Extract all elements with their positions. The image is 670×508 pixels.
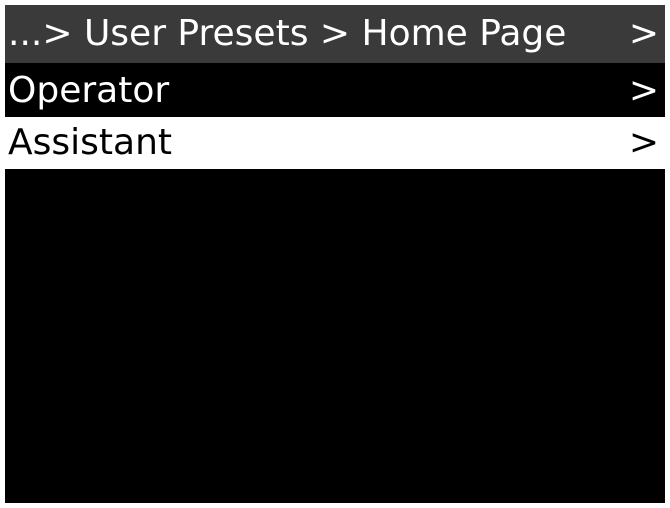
- chevron-right-icon: >: [628, 122, 659, 163]
- menu-list: Operator > Assistant >: [5, 65, 665, 169]
- menu-screen: ...> User Presets > Home Page > Operator…: [5, 5, 665, 503]
- menu-item-label: Operator: [8, 70, 170, 111]
- menu-item-operator[interactable]: Operator >: [5, 65, 665, 117]
- chevron-right-icon: >: [628, 70, 659, 111]
- breadcrumb-path: ...> User Presets > Home Page: [8, 13, 567, 54]
- breadcrumb: ...> User Presets > Home Page >: [5, 5, 665, 63]
- menu-item-assistant[interactable]: Assistant >: [5, 117, 665, 169]
- chevron-right-icon: >: [628, 13, 659, 54]
- menu-item-label: Assistant: [8, 122, 173, 163]
